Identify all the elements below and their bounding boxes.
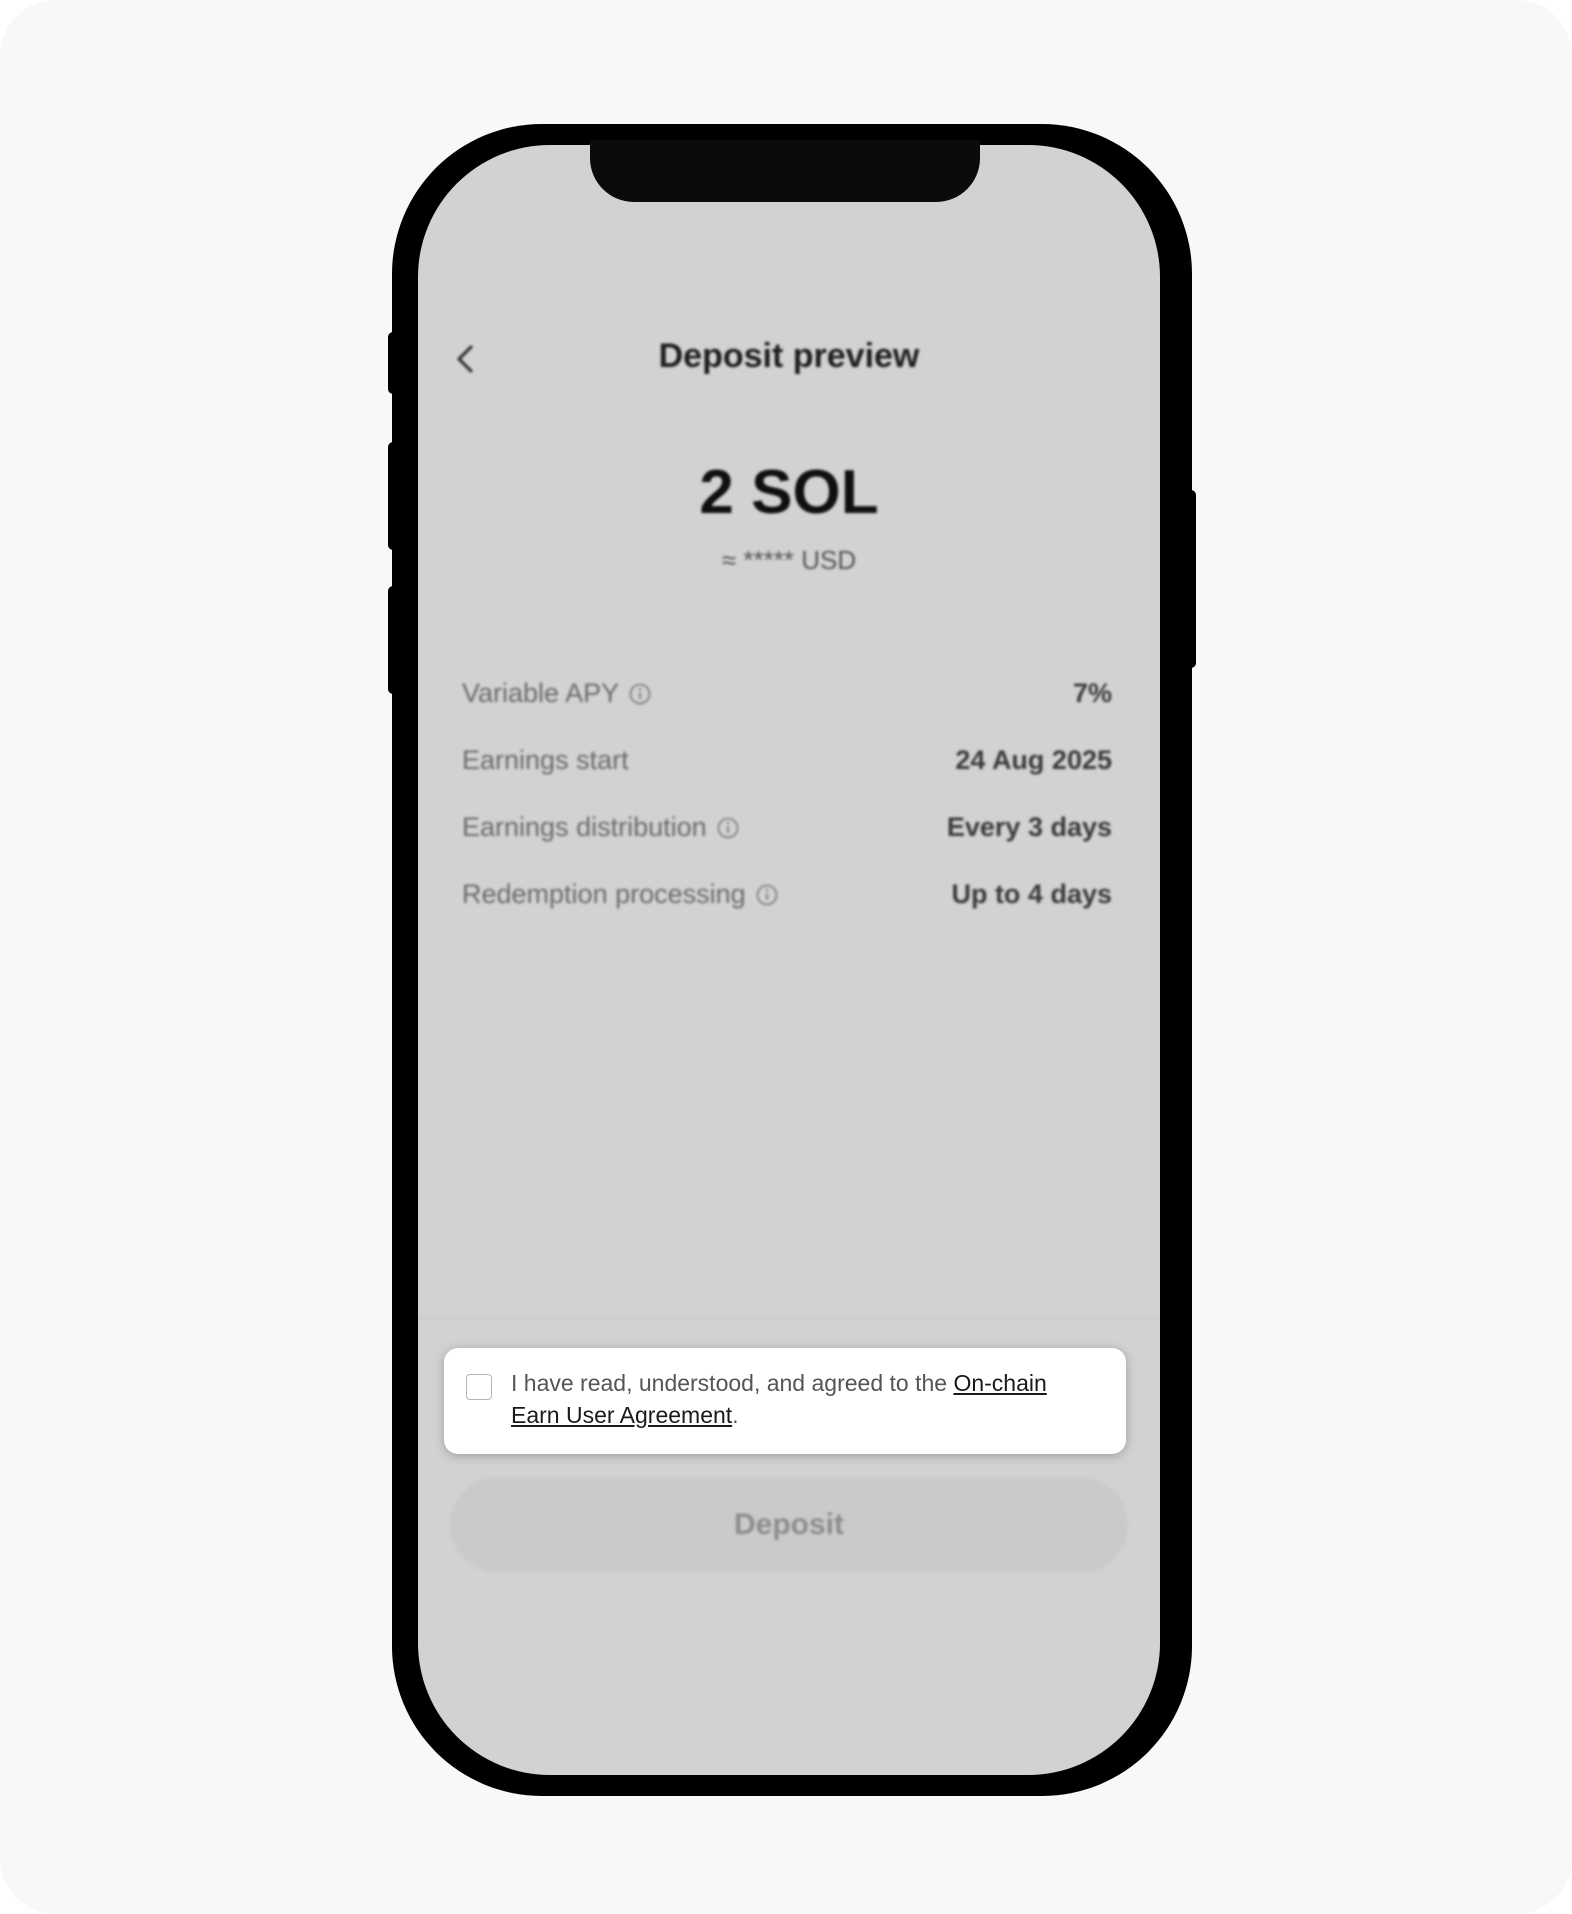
detail-row-earnings-distribution: Earnings distribution Every 3 days (462, 794, 1112, 861)
detail-label: Variable APY (462, 678, 620, 708)
page-title: Deposit preview (658, 337, 920, 375)
detail-row-earnings-start: Earnings start 24 Aug 2025 (462, 727, 1112, 794)
agreement-text-prefix: I have read, understood, and agreed to t… (511, 1370, 954, 1396)
info-circle-icon[interactable] (629, 683, 651, 705)
detail-value: 24 Aug 2025 (955, 745, 1112, 775)
info-circle-icon[interactable] (756, 884, 778, 906)
agreement-checkbox[interactable] (466, 1374, 492, 1400)
footer-divider (418, 1317, 1160, 1319)
fiat-equivalent: ≈ ***** USD (721, 545, 857, 575)
details-list: Variable APY 7% Earnings start 24 Aug 20… (462, 660, 1112, 928)
phone-screen: Deposit preview 2 SOL ≈ ***** USD Variab… (418, 145, 1160, 1775)
agreement-text: I have read, understood, and agreed to t… (511, 1367, 1086, 1431)
detail-value: 7% (1072, 678, 1112, 708)
detail-row-variable-apy: Variable APY 7% (462, 660, 1112, 727)
page-card: Deposit preview 2 SOL ≈ ***** USD Variab… (0, 0, 1572, 1914)
agreement-card: I have read, understood, and agreed to t… (444, 1348, 1126, 1454)
info-circle-icon[interactable] (717, 817, 739, 839)
blurred-background-content: Deposit preview 2 SOL ≈ ***** USD Variab… (418, 145, 1160, 1775)
deposit-amount: 2 SOL (699, 458, 879, 527)
detail-value: Up to 4 days (951, 879, 1112, 909)
detail-label: Redemption processing (462, 879, 746, 909)
phone-notch (590, 140, 980, 202)
detail-label: Earnings start (462, 745, 629, 775)
agreement-text-suffix: . (732, 1402, 739, 1428)
detail-label: Earnings distribution (462, 812, 707, 842)
deposit-button[interactable]: Deposit (450, 1477, 1128, 1573)
detail-row-redemption-processing: Redemption processing Up to 4 days (462, 861, 1112, 928)
detail-value: Every 3 days (946, 812, 1112, 842)
